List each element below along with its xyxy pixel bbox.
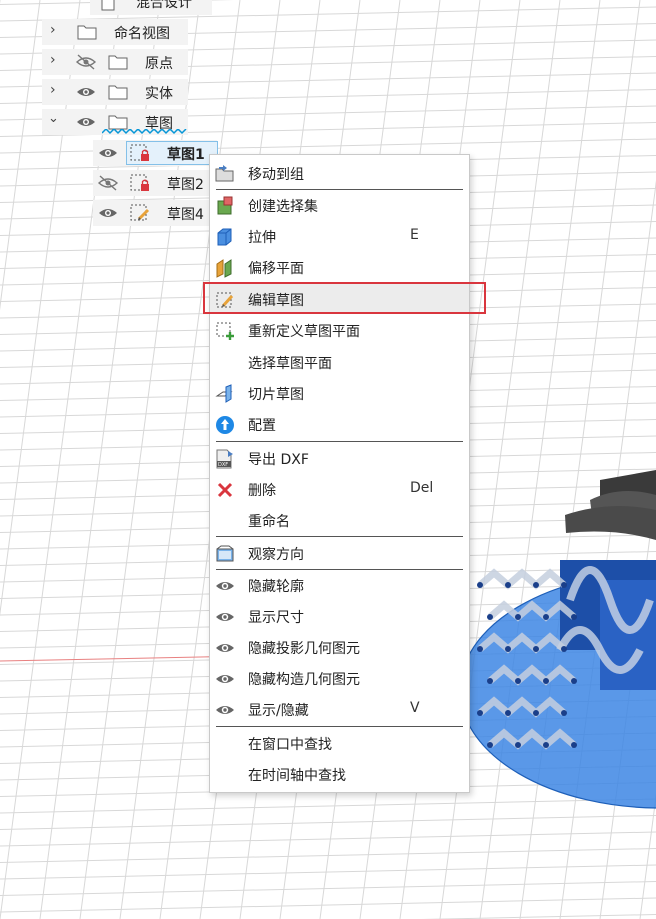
- menu-item-shortcut: V: [410, 700, 420, 716]
- menu-item-delete[interactable]: 删除 Del: [210, 474, 469, 504]
- menu-item-offset-plane[interactable]: 偏移平面: [210, 252, 469, 282]
- extrude-icon: [217, 228, 232, 246]
- tree-item-sketch2[interactable]: 草图2: [93, 170, 209, 196]
- drop-target-indicator: [102, 129, 187, 135]
- menu-item-label: 在窗口中查找: [248, 737, 332, 753]
- eye-icon: [216, 675, 234, 683]
- menu-item-shortcut: Del: [410, 480, 434, 496]
- svg-text:DXF: DXF: [218, 462, 228, 468]
- menu-item-label: 移动到组: [248, 167, 304, 183]
- eye-icon[interactable]: [97, 145, 119, 161]
- menu-item-export-dxf[interactable]: DXF 导出 DXF: [210, 443, 469, 473]
- chevron-right-icon[interactable]: ›: [50, 52, 56, 68]
- menu-item-label: 在时间轴中查找: [248, 768, 346, 784]
- tree-item-sketch4[interactable]: 草图4: [93, 200, 209, 226]
- eye-icon: [216, 582, 234, 590]
- menu-item-label: 隐藏投影几何图元: [248, 641, 360, 657]
- tree-item-bodies[interactable]: › 实体: [42, 79, 188, 105]
- eye-icon: [216, 706, 234, 714]
- tree-item-label: 草图2: [167, 177, 204, 193]
- look-at-icon: [216, 545, 234, 562]
- highlight-annotation-box: [203, 282, 486, 314]
- delete-icon: [217, 482, 233, 498]
- menu-separator: [216, 726, 463, 727]
- tree-item-origin[interactable]: › 原点: [42, 49, 188, 75]
- sketch-locked-icon: [130, 174, 149, 191]
- tree-item-label: 草图4: [167, 207, 204, 223]
- menu-item-look-at[interactable]: 观察方向: [210, 538, 469, 568]
- selection-set-icon: [217, 196, 233, 215]
- menu-item-show-dimensions[interactable]: 显示尺寸: [210, 601, 469, 631]
- chevron-right-icon[interactable]: ›: [50, 82, 56, 98]
- menu-item-configure[interactable]: 配置: [210, 409, 469, 439]
- menu-item-show-hide[interactable]: 显示/隐藏 V: [210, 694, 469, 724]
- menu-item-label: 选择草图平面: [248, 356, 332, 372]
- menu-item-label: 重命名: [248, 514, 290, 530]
- menu-item-select-sketch-plane[interactable]: 选择草图平面: [210, 347, 469, 377]
- tree-item-label: 命名视图: [114, 26, 170, 42]
- folder-move-icon: [215, 165, 234, 182]
- menu-item-label: 导出 DXF: [248, 452, 309, 468]
- tree-item-label: 实体: [145, 86, 173, 102]
- menu-item-slice-sketch[interactable]: 切片草图: [210, 378, 469, 408]
- eye-hidden-icon[interactable]: [75, 54, 97, 70]
- menu-item-find-in-window[interactable]: 在窗口中查找: [210, 728, 469, 758]
- context-menu: 移动到组 创建选择集 拉伸 E 偏移平面 编辑草图 重新定义草图平面 选择草图平…: [209, 154, 470, 793]
- tree-item-named-views[interactable]: › 命名视图: [42, 19, 188, 45]
- menu-item-label: 显示尺寸: [248, 610, 304, 626]
- sketch-locked-icon: [130, 144, 149, 161]
- menu-item-label: 重新定义草图平面: [248, 324, 360, 340]
- menu-item-move-to-group[interactable]: 移动到组: [210, 158, 469, 188]
- menu-item-label: 观察方向: [248, 547, 304, 563]
- menu-item-hide-construction-geometry[interactable]: 隐藏构造几何图元: [210, 663, 469, 693]
- menu-item-label: 拉伸: [248, 230, 276, 246]
- menu-item-create-selection-set[interactable]: 创建选择集: [210, 190, 469, 220]
- tree-item-sketches[interactable]: ⌄ 草图: [42, 109, 188, 135]
- menu-item-label: 配置: [248, 418, 276, 434]
- menu-item-label: 切片草图: [248, 387, 304, 403]
- eye-icon[interactable]: [97, 205, 119, 221]
- menu-item-label: 偏移平面: [248, 261, 304, 277]
- offset-plane-icon: [216, 259, 232, 278]
- folder-icon: [77, 25, 97, 40]
- slice-sketch-icon: [215, 384, 233, 403]
- menu-item-rename[interactable]: 重命名: [210, 505, 469, 535]
- menu-item-redefine-sketch-plane[interactable]: 重新定义草图平面: [210, 315, 469, 345]
- folder-icon: [108, 115, 128, 130]
- redefine-sketch-plane-icon: [216, 322, 234, 340]
- menu-separator: [216, 536, 463, 537]
- eye-icon: [216, 644, 234, 652]
- eye-icon[interactable]: [75, 84, 97, 100]
- menu-separator: [216, 441, 463, 442]
- menu-item-label: 删除: [248, 483, 276, 499]
- eye-hidden-icon[interactable]: [97, 175, 119, 191]
- tree-item-label: 混合设计: [136, 0, 192, 11]
- menu-item-label: 创建选择集: [248, 199, 318, 215]
- tree-item-label: 原点: [145, 56, 173, 72]
- tree-item-label: 草图1: [167, 147, 205, 163]
- menu-item-label: 隐藏轮廓: [248, 579, 304, 595]
- tree-item-mixed-design[interactable]: 混合设计: [90, 0, 212, 15]
- folder-icon: [108, 55, 128, 70]
- menu-item-shortcut: E: [410, 227, 419, 243]
- eye-icon[interactable]: [75, 114, 97, 130]
- document-icon: [101, 0, 115, 11]
- folder-icon: [108, 85, 128, 100]
- chevron-right-icon[interactable]: ›: [50, 22, 56, 38]
- chevron-down-icon[interactable]: ⌄: [48, 111, 59, 126]
- sketch-edit-icon: [130, 204, 150, 221]
- dxf-export-icon: DXF: [216, 449, 233, 469]
- menu-item-label: 隐藏构造几何图元: [248, 672, 360, 688]
- configure-icon: [216, 416, 234, 434]
- menu-item-label: 显示/隐藏: [248, 703, 309, 719]
- menu-item-hide-projected-geometry[interactable]: 隐藏投影几何图元: [210, 632, 469, 662]
- menu-item-extrude[interactable]: 拉伸 E: [210, 221, 469, 251]
- eye-icon: [216, 613, 234, 621]
- menu-item-hide-profiles[interactable]: 隐藏轮廓: [210, 570, 469, 600]
- menu-item-find-in-timeline[interactable]: 在时间轴中查找: [210, 759, 469, 789]
- tree-item-sketch1[interactable]: 草图1: [93, 140, 218, 166]
